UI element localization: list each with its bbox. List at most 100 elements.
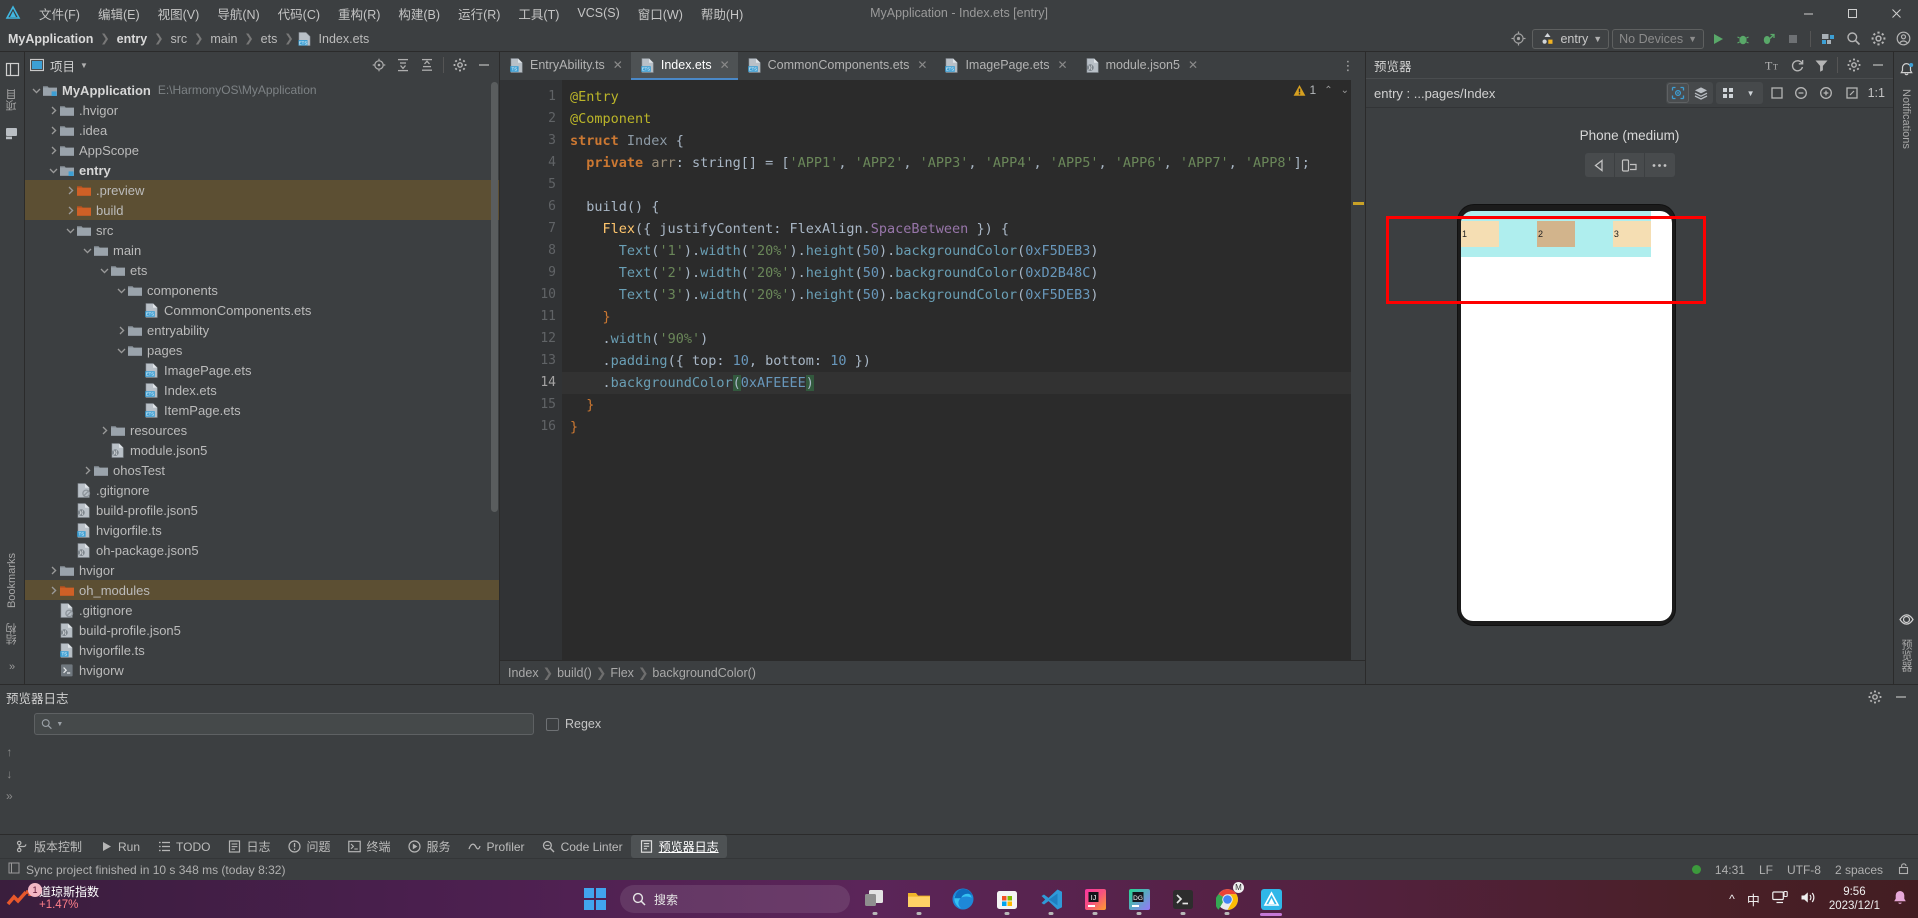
deveco-icon[interactable] xyxy=(1252,882,1290,916)
locate-icon[interactable] xyxy=(368,55,390,75)
breadcrumb-item-main[interactable]: main xyxy=(206,30,241,48)
stop-icon[interactable] xyxy=(1782,29,1804,49)
tool-window-todo[interactable]: TODO xyxy=(148,836,218,858)
menu-tools[interactable]: 工具(T) xyxy=(509,1,568,26)
unlocked-icon[interactable] xyxy=(1897,862,1910,878)
run-configuration-selector[interactable]: entry ▼ xyxy=(1532,29,1609,49)
chevron-down-icon[interactable] xyxy=(99,265,110,276)
hide-panel-icon[interactable] xyxy=(1867,55,1889,75)
project-tree[interactable]: MyApplicationE:\HarmonyOS\MyApplication.… xyxy=(25,78,499,684)
chevron-right-icon[interactable] xyxy=(99,425,110,436)
tool-window-预览器日志[interactable]: 预览器日志 xyxy=(631,835,727,858)
hide-panel-icon[interactable] xyxy=(1890,687,1912,707)
inspection-warning-summary[interactable]: 1 ⌃ ⌄ xyxy=(1293,83,1349,97)
editor-tab-index-ets[interactable]: ETSIndex.ets✕ xyxy=(631,52,738,80)
sidebar-item-project[interactable]: 项目 xyxy=(1,83,23,117)
tree-node--hvigor[interactable]: .hvigor xyxy=(25,100,499,120)
profile-run-icon[interactable] xyxy=(1757,29,1779,49)
close-tab-icon[interactable]: ✕ xyxy=(613,58,623,72)
intellij-icon[interactable]: IJ xyxy=(1076,882,1114,916)
actual-size-icon[interactable] xyxy=(1841,83,1863,103)
inspector-icon[interactable] xyxy=(1667,83,1689,103)
network-icon[interactable] xyxy=(1772,890,1788,908)
notifications-icon[interactable] xyxy=(1895,58,1917,80)
tree-node-build-profile-json5[interactable]: build-profile.json5 xyxy=(25,620,499,640)
chevron-down-icon[interactable] xyxy=(116,345,127,356)
grid-icon[interactable] xyxy=(1717,83,1739,103)
regex-toggle[interactable]: Regex xyxy=(546,717,601,731)
editor-tab-imagepage-ets[interactable]: ETSImagePage.ets✕ xyxy=(935,52,1075,80)
log-search-input[interactable]: ▼ xyxy=(34,713,534,735)
device-manager-icon[interactable] xyxy=(1817,29,1839,49)
tree-node-hvigorw[interactable]: hvigorw xyxy=(25,660,499,680)
tree-node--preview[interactable]: .preview xyxy=(25,180,499,200)
search-dropdown-icon[interactable]: ▼ xyxy=(56,721,63,728)
editor-tabs-more-icon[interactable]: ⋮ xyxy=(1337,56,1359,76)
menu-refactor[interactable]: 重构(R) xyxy=(329,1,389,26)
chevron-right-icon[interactable] xyxy=(48,585,59,596)
collapse-all-icon[interactable] xyxy=(416,55,438,75)
chevron-down-icon[interactable] xyxy=(48,165,59,176)
editor-tab-module-json5[interactable]: module.json5✕ xyxy=(1076,52,1206,80)
chevron-down-icon[interactable] xyxy=(82,245,93,256)
previewer-layout-group[interactable]: ▼ xyxy=(1716,82,1763,104)
expand-more-icon[interactable]: » xyxy=(6,789,13,803)
log-output-area[interactable]: ↑ ↓ » xyxy=(0,739,1918,834)
chevron-right-icon[interactable] xyxy=(65,205,76,216)
next-problem-icon[interactable]: ⌄ xyxy=(1341,85,1349,96)
breadcrumb-item-myapplication[interactable]: MyApplication xyxy=(4,30,97,48)
tree-node-appscope[interactable]: AppScope xyxy=(25,140,499,160)
chevron-down-icon[interactable] xyxy=(116,285,127,296)
tree-node-itempage-ets[interactable]: ETSItemPage.ets xyxy=(25,400,499,420)
taskbar-clock[interactable]: 9:56 2023/12/1 xyxy=(1829,885,1880,914)
tool-window-版本控制[interactable]: 版本控制 xyxy=(6,835,90,858)
chevron-right-icon[interactable] xyxy=(82,465,93,476)
scroll-up-icon[interactable]: ↑ xyxy=(6,745,12,759)
tool-window-服务[interactable]: 服务 xyxy=(399,835,459,858)
debug-icon[interactable] xyxy=(1732,29,1754,49)
tree-node-hvigor[interactable]: hvigor xyxy=(25,560,499,580)
close-button[interactable] xyxy=(1874,0,1918,26)
fit-icon[interactable] xyxy=(1766,83,1788,103)
tree-node-module-json5[interactable]: module.json5 xyxy=(25,440,499,460)
terminal-icon[interactable] xyxy=(1164,882,1202,916)
menu-navigate[interactable]: 导航(N) xyxy=(208,1,268,26)
run-icon[interactable] xyxy=(1707,29,1729,49)
vscode-icon[interactable] xyxy=(1032,882,1070,916)
chevron-down-icon[interactable] xyxy=(31,85,42,96)
chrome-icon[interactable]: M xyxy=(1208,882,1246,916)
more-tools-icon[interactable]: » xyxy=(1,656,23,678)
task-view-icon[interactable] xyxy=(856,882,894,916)
previewer-body[interactable]: Phone (medium) xyxy=(1366,108,1893,684)
tree-node-resources[interactable]: resources xyxy=(25,420,499,440)
tree-node-hvigorfile-ts[interactable]: TShvigorfile.ts xyxy=(25,520,499,540)
expand-all-icon[interactable] xyxy=(392,55,414,75)
sidebar-item-previewer[interactable]: 预览器 xyxy=(1895,633,1917,678)
edge-icon[interactable] xyxy=(944,882,982,916)
maximize-button[interactable] xyxy=(1830,0,1874,26)
previewer-device-frame[interactable]: 123 xyxy=(1458,205,1675,625)
filter-icon[interactable] xyxy=(1810,55,1832,75)
tree-node-ohostest[interactable]: ohosTest xyxy=(25,460,499,480)
chevron-right-icon[interactable] xyxy=(48,105,59,116)
editor-main[interactable]: 12345678910111213141516 ⊟ ⊟ ⊟ ⊡ ⊡ ⊡ @Ent… xyxy=(500,80,1365,660)
rotate-icon[interactable] xyxy=(1615,153,1645,177)
project-tree-scrollbar[interactable] xyxy=(491,82,498,512)
refresh-icon[interactable] xyxy=(1786,55,1808,75)
status-line-separator[interactable]: LF xyxy=(1759,863,1773,877)
project-tool-icon[interactable] xyxy=(1,58,23,80)
error-stripe-warning-mark[interactable] xyxy=(1353,202,1364,205)
editor-breadcrumb-build[interactable]: build() xyxy=(557,666,592,680)
font-size-icon[interactable]: TT xyxy=(1762,55,1784,75)
editor-tab-commoncomponents-ets[interactable]: ETSCommonComponents.ets✕ xyxy=(738,52,936,80)
chevron-right-icon[interactable] xyxy=(48,145,59,156)
tool-window-问题[interactable]: 问题 xyxy=(279,835,339,858)
tool-window-profiler[interactable]: Profiler xyxy=(459,836,533,858)
editor-breadcrumb-backgroundcolor[interactable]: backgroundColor() xyxy=(652,666,756,680)
close-tab-icon[interactable]: ✕ xyxy=(1188,58,1198,72)
sidebar-item-structure[interactable]: 结构 xyxy=(1,617,23,651)
tray-expand-icon[interactable]: ^ xyxy=(1729,892,1735,906)
status-encoding[interactable]: UTF-8 xyxy=(1787,863,1821,877)
file-explorer-icon[interactable] xyxy=(900,882,938,916)
regex-checkbox[interactable] xyxy=(546,718,559,731)
